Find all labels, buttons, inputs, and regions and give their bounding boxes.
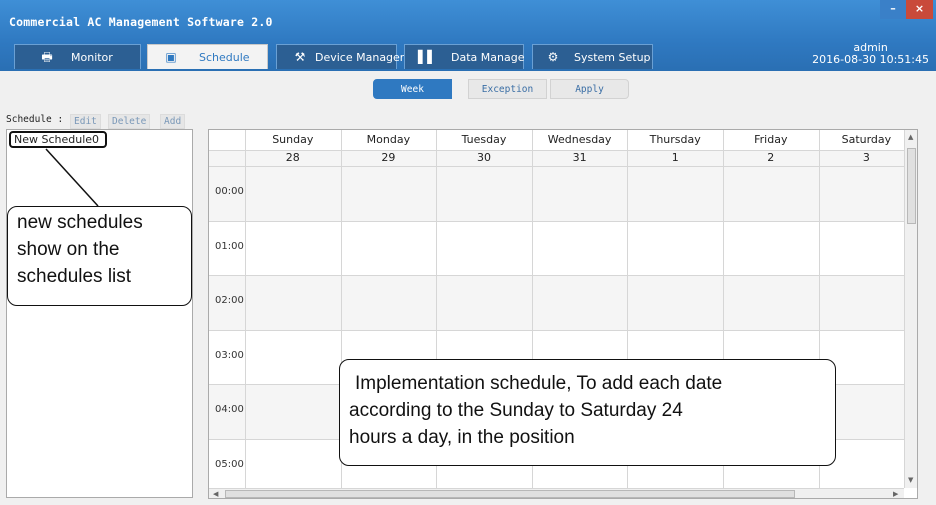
tab-system-setup[interactable]: ⚙ System Setup (532, 44, 653, 69)
horizontal-scrollbar[interactable]: ◀ ▶ (209, 488, 904, 498)
tab-schedule[interactable]: ▣ Schedule (147, 44, 268, 69)
callout-line: according to the Sunday to Saturday 24 (349, 400, 683, 421)
day-date: 31 (572, 151, 587, 164)
time-row[interactable] (209, 166, 904, 221)
time-label: 03:00 (215, 349, 244, 361)
gear-icon: ⚙ (547, 50, 559, 64)
time-label: 01:00 (215, 240, 244, 252)
day-date: 30 (476, 151, 491, 164)
edit-button[interactable]: Edit (70, 114, 101, 129)
tab-label: System Setup (574, 51, 651, 64)
delete-button[interactable]: Delete (108, 114, 151, 129)
time-label: 00:00 (215, 186, 244, 198)
horizontal-scroll-thumb[interactable] (225, 490, 795, 498)
day-header: Monday (366, 133, 411, 146)
day-header: Wednesday (547, 133, 612, 146)
callout-line: schedules list (17, 266, 132, 287)
minimize-button[interactable]: – (880, 0, 906, 19)
apply-button[interactable]: Apply (550, 79, 629, 99)
callout-line: show on the (17, 239, 120, 260)
add-button[interactable]: Add (160, 114, 186, 129)
schedule-list: New Schedule0 (6, 129, 193, 498)
day-header: Friday (754, 133, 788, 146)
printer-icon: 🖶 (41, 50, 53, 64)
schedule-list-callout: new schedules show on the schedules list (7, 206, 192, 306)
bar-chart-icon: ▌▌ (418, 50, 437, 64)
day-date: 1 (671, 151, 679, 164)
callout-line: Implementation schedule, To add each dat… (355, 373, 723, 394)
vertical-scrollbar[interactable]: ▲ ▼ (904, 130, 917, 488)
datetime: 2016-08-30 10:51:45 (812, 53, 929, 66)
vertical-scroll-thumb[interactable] (907, 148, 916, 224)
tab-label: Data Manage (451, 51, 525, 64)
tab-label: Schedule (199, 51, 250, 64)
scroll-up-arrow-icon[interactable]: ▲ (908, 133, 913, 141)
tab-label: Device Manager (315, 51, 405, 64)
grid-line (209, 329, 904, 331)
close-button[interactable]: × (906, 0, 933, 19)
exception-button[interactable]: Exception (468, 79, 547, 99)
day-date: 29 (381, 151, 396, 164)
user-info: admin 2016-08-30 10:51:45 (812, 42, 929, 66)
app-title: Commercial AC Management Software 2.0 (9, 15, 273, 29)
day-date: 3 (862, 151, 870, 164)
schedule-list-item[interactable]: New Schedule0 (9, 131, 107, 148)
scroll-down-arrow-icon[interactable]: ▼ (908, 476, 913, 484)
day-date: 28 (285, 151, 300, 164)
time-row[interactable] (209, 220, 904, 275)
week-button[interactable]: Week (373, 79, 452, 99)
grid-line (209, 275, 904, 276)
callout-line: new schedules (17, 212, 143, 233)
grid-line (209, 220, 904, 222)
wrench-icon: ⚒ (294, 50, 306, 64)
tab-device-manager[interactable]: ⚒ Device Manager (276, 44, 404, 69)
scroll-right-arrow-icon[interactable]: ▶ (893, 490, 898, 498)
day-header: Tuesday (461, 133, 507, 146)
tab-label: Monitor (71, 51, 113, 64)
time-label: 04:00 (215, 404, 244, 416)
title-bar: Commercial AC Management Software 2.0 – … (0, 0, 936, 71)
grid-line (245, 130, 246, 488)
scroll-left-arrow-icon[interactable]: ◀ (213, 490, 218, 498)
tab-data-manage[interactable]: ▌▌ Data Manage (404, 44, 524, 69)
day-header: Sunday (272, 133, 314, 146)
day-header: Thursday (649, 133, 701, 146)
schedule-label: Schedule : (6, 114, 64, 125)
calendar-callout: Implementation schedule, To add each dat… (339, 359, 836, 466)
calendar-icon: ▣ (165, 50, 177, 64)
callout-line: hours a day, in the position (349, 427, 575, 448)
day-date: 2 (767, 151, 775, 164)
day-header: Saturday (841, 133, 892, 146)
time-row[interactable] (209, 275, 904, 330)
tab-monitor[interactable]: 🖶 Monitor (14, 44, 141, 69)
time-label: 02:00 (215, 295, 244, 307)
grid-line (209, 166, 904, 167)
time-label: 05:00 (215, 458, 244, 470)
